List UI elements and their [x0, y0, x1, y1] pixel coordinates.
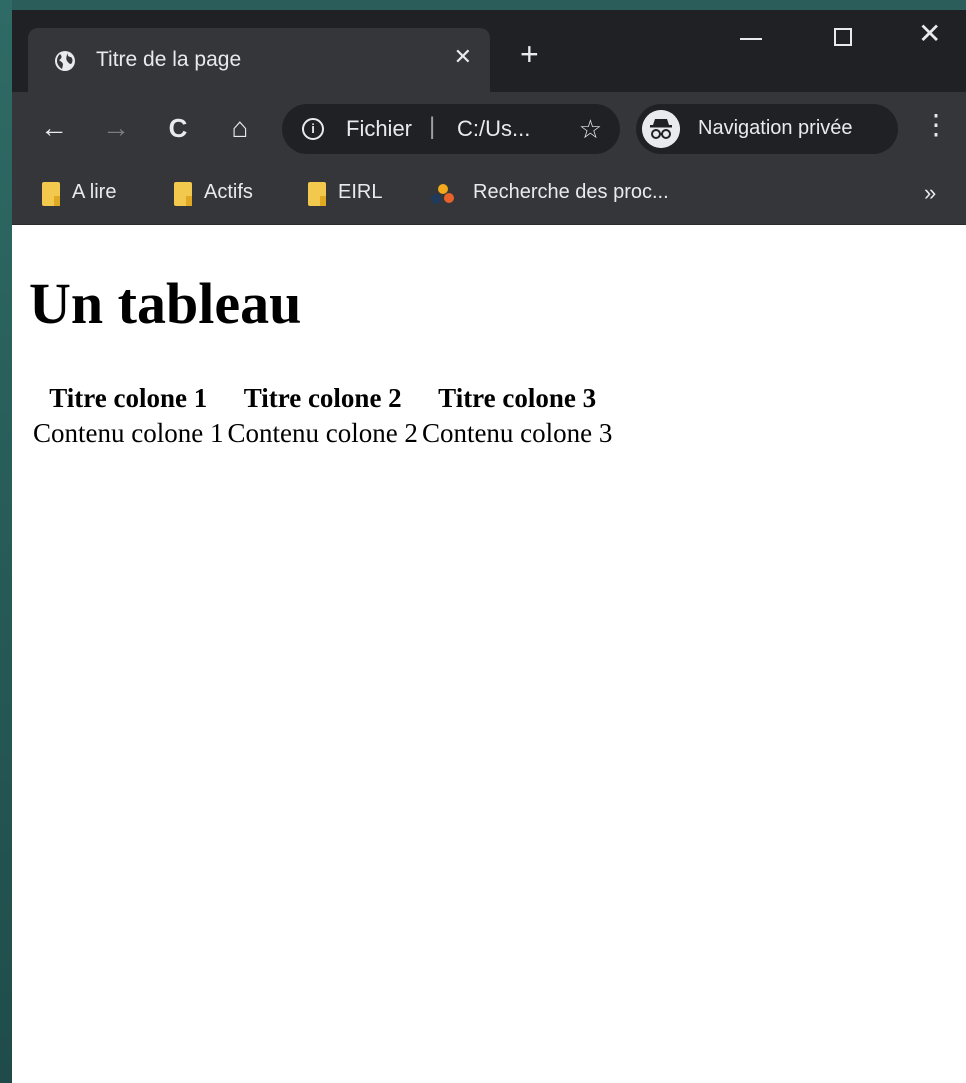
- window-close-button[interactable]: ✕: [918, 20, 941, 48]
- table-cell: Contenu colone 1: [33, 418, 224, 448]
- address-separator: |: [429, 113, 436, 140]
- tab-title: Titre de la page: [96, 48, 242, 71]
- maximize-button[interactable]: [834, 28, 852, 46]
- bookmarks-bar: A lire Actifs EIRL Recherche des proc...…: [12, 166, 966, 225]
- table-row: Contenu colone 1 Contenu colone 2 Conten…: [33, 418, 612, 449]
- globe-icon: [55, 51, 75, 71]
- minimize-button[interactable]: [740, 38, 762, 40]
- browser-toolbar: ← → C ⌂ i Fichier | C:/Us... ☆ Navigatio…: [12, 92, 966, 166]
- kebab-menu-icon[interactable]: ⋮: [922, 108, 950, 141]
- address-url[interactable]: C:/Us...: [457, 116, 530, 142]
- info-icon[interactable]: i: [302, 118, 324, 140]
- bookmarks-overflow-button[interactable]: »: [924, 180, 936, 206]
- bookmark-label: EIRL: [338, 181, 383, 203]
- bookmark-label: Actifs: [204, 181, 253, 203]
- address-scheme: Fichier: [346, 116, 413, 141]
- folder-icon: [308, 182, 326, 206]
- browser-window: Titre de la page ✕ + ✕ ← → C ⌂ i Fichier…: [12, 10, 966, 1083]
- colored-dots-icon: [431, 184, 454, 204]
- table-header-row: Titre colone 1 Titre colone 2 Titre colo…: [33, 383, 612, 414]
- bookmark-star-icon[interactable]: ☆: [579, 114, 602, 145]
- back-button[interactable]: ←: [34, 108, 74, 148]
- incognito-indicator[interactable]: Navigation privée: [636, 104, 898, 154]
- bookmark-label: Recherche des proc...: [473, 181, 669, 203]
- incognito-icon: [642, 110, 680, 148]
- home-button[interactable]: ⌂: [220, 108, 260, 148]
- reload-button[interactable]: C: [158, 108, 198, 148]
- content-table: Titre colone 1 Titre colone 2 Titre colo…: [29, 379, 616, 453]
- forward-button[interactable]: →: [96, 108, 136, 148]
- folder-icon: [174, 182, 192, 206]
- new-tab-button[interactable]: +: [520, 38, 539, 70]
- page-heading: Un tableau: [29, 271, 302, 336]
- bookmark-label: A lire: [72, 181, 117, 203]
- table-header-cell: Titre colone 1: [49, 383, 208, 413]
- folder-icon: [42, 182, 60, 206]
- table-cell: Contenu colone 3: [421, 418, 613, 448]
- title-bar: Titre de la page ✕ + ✕: [12, 10, 966, 92]
- table-header-cell: Titre colone 3: [438, 383, 597, 413]
- table-cell: Contenu colone 2: [227, 418, 418, 448]
- tab-active[interactable]: Titre de la page ✕: [28, 28, 490, 92]
- desktop-background: [0, 0, 12, 1083]
- tab-close-icon[interactable]: ✕: [454, 44, 472, 70]
- table-header-cell: Titre colone 2: [243, 383, 402, 413]
- address-bar[interactable]: i Fichier | C:/Us... ☆: [282, 104, 620, 154]
- incognito-label: Navigation privée: [698, 117, 853, 139]
